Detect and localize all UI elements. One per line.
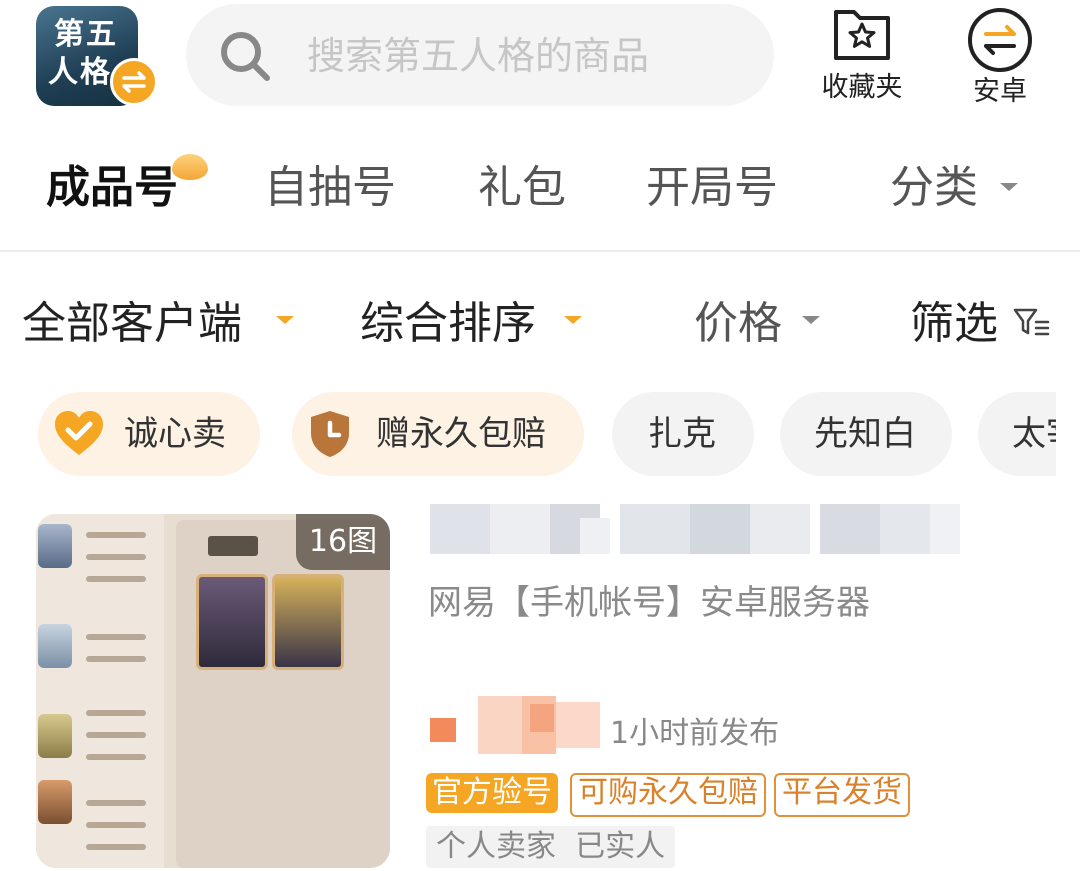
star-folder-icon xyxy=(834,10,890,60)
sort-filter[interactable]: 综合排序 xyxy=(360,296,536,352)
shield-clock-icon xyxy=(311,411,349,457)
thumbnail-stat-line xyxy=(86,732,146,738)
thumbnail-avatar xyxy=(38,624,72,668)
thumbnail-stat-line xyxy=(86,822,146,828)
chip-permanent-compensation[interactable]: 赠永久包赔 xyxy=(292,392,584,476)
image-count-badge: 16图 xyxy=(296,514,390,570)
thumbnail-stat-line xyxy=(86,554,146,560)
thumbnail-stat-line xyxy=(86,656,146,662)
search-icon xyxy=(221,32,270,81)
listing-title-blurred xyxy=(430,504,960,554)
client-filter[interactable]: 全部客户端 xyxy=(22,296,242,352)
thumbnail-stat-line xyxy=(86,754,146,760)
thumbnail-avatar xyxy=(38,780,72,824)
chip-zack[interactable]: 扎克 xyxy=(612,392,754,476)
swap-arrows-icon xyxy=(968,8,1032,72)
seller-info-text: 个人卖家 已实人 xyxy=(436,829,666,864)
favorites-button[interactable]: 收藏夹 xyxy=(802,4,922,108)
chip-label: 诚心卖 xyxy=(124,414,226,454)
hot-badge-icon xyxy=(172,154,208,180)
price-filter[interactable]: 价格 xyxy=(694,296,782,352)
thumbnail-costume-card xyxy=(272,574,344,670)
listing-price-blurred xyxy=(430,696,602,754)
filter-funnel-icon xyxy=(1013,308,1050,336)
platform-switch-button[interactable]: 安卓 xyxy=(940,4,1060,108)
listing-thumbnail[interactable]: 16图 xyxy=(36,514,390,868)
tab-starter-account[interactable]: 开局号 xyxy=(646,160,778,216)
chip-dazai[interactable]: 太宰 xyxy=(978,392,1056,476)
chip-label: 赠永久包赔 xyxy=(376,414,546,454)
thumbnail-stat-line xyxy=(86,800,146,806)
tab-finished-account[interactable]: 成品号 xyxy=(46,160,178,216)
thumbnail-stat-line xyxy=(86,532,146,538)
thumbnail-stat-line xyxy=(86,634,146,640)
tab-category[interactable]: 分类 xyxy=(890,160,978,216)
heart-check-icon xyxy=(55,411,103,455)
header-divider xyxy=(0,250,1080,252)
price-filter-caret-icon xyxy=(802,316,820,324)
platform-delivery-tag: 平台发货 xyxy=(774,773,910,817)
official-verified-tag: 官方验号 xyxy=(426,773,558,813)
seller-info-tag: 个人卖家 已实人 xyxy=(426,826,676,868)
screen-filter[interactable]: 筛选 xyxy=(910,296,998,352)
platform-label: 安卓 xyxy=(973,76,1027,107)
chip-label: 先知白 xyxy=(814,414,916,454)
app-logo-text-line2: 人格 xyxy=(48,55,112,90)
thumbnail-avatar xyxy=(38,714,72,758)
permanent-compensation-tag: 可购永久包赔 xyxy=(570,773,766,817)
chip-label: 太宰 xyxy=(1012,414,1056,454)
switch-game-icon[interactable] xyxy=(110,58,158,106)
category-dropdown-icon xyxy=(1000,183,1018,191)
thumbnail-wardrobe-panel xyxy=(176,520,390,868)
listing-subtitle: 网易【手机帐号】安卓服务器 xyxy=(428,583,870,623)
favorites-label: 收藏夹 xyxy=(821,72,903,103)
app-logo-text-line1: 第五 xyxy=(54,17,118,52)
search-input[interactable]: 搜索第五人格的商品 xyxy=(307,33,649,79)
client-filter-caret-icon xyxy=(276,316,294,324)
sort-filter-caret-icon xyxy=(564,316,582,324)
posted-time: 1小时前发布 xyxy=(610,716,780,751)
chip-clip: 太宰 xyxy=(978,392,1056,476)
chip-label: 扎克 xyxy=(648,414,716,454)
thumbnail-stat-line xyxy=(86,710,146,716)
chip-prophet-white[interactable]: 先知白 xyxy=(780,392,952,476)
chip-sincere-sale[interactable]: 诚心卖 xyxy=(38,392,260,476)
thumbnail-avatar xyxy=(38,524,72,568)
thumbnail-costume-card xyxy=(196,574,268,670)
tab-gift-pack[interactable]: 礼包 xyxy=(478,160,566,216)
tab-self-draw-account[interactable]: 自抽号 xyxy=(264,160,396,216)
thumbnail-stat-line xyxy=(86,576,146,582)
thumbnail-stat-line xyxy=(86,844,146,850)
thumbnail-tab xyxy=(208,536,258,556)
